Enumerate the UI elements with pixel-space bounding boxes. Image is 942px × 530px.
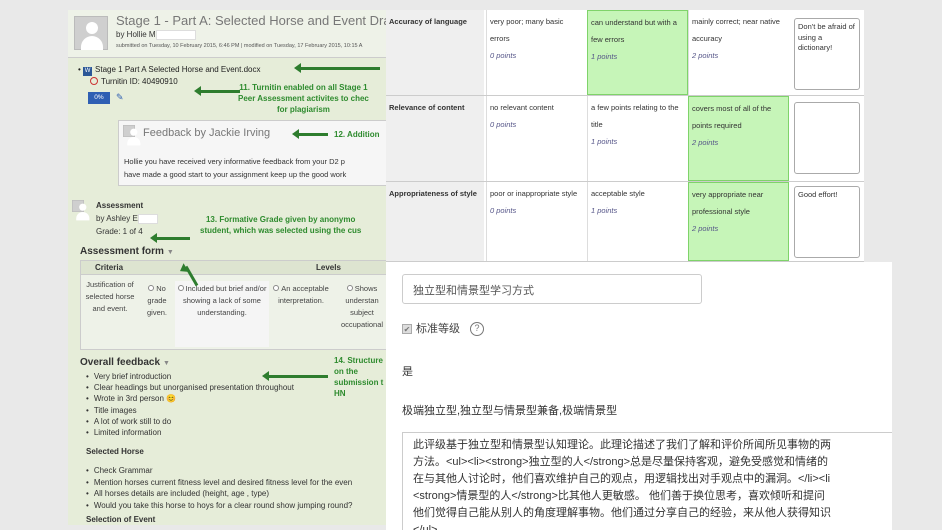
list-item: Clear headings but unorganised presentat… <box>86 382 294 393</box>
help-icon[interactable]: ? <box>470 322 484 337</box>
selected-horse-heading: Selected Horse <box>86 447 144 456</box>
pencil-icon[interactable]: ✎ <box>116 92 124 103</box>
redacted-name <box>137 214 158 224</box>
selection-event-heading: Selection of Event <box>86 515 156 524</box>
rubric-level[interactable]: no relevant content 0 points <box>486 96 587 181</box>
rubric-level[interactable]: acceptable style 1 points <box>587 182 688 261</box>
chevron-down-icon: ▼ <box>163 360 170 367</box>
scale-name-input[interactable]: 独立型和情景型学习方式 <box>402 274 702 304</box>
annotation-note-12: 12. Addition <box>334 130 380 139</box>
rubric-row: Accuracy of language very poor; many bas… <box>386 10 864 96</box>
submission-title[interactable]: Stage 1 - Part A: Selected Horse and Eve… <box>116 13 390 28</box>
rubric-row: Appropriateness of style poor or inappro… <box>386 182 864 262</box>
assessment-grade: Grade: 1 of 4 <box>96 227 143 236</box>
list-item: Limited information <box>86 427 294 438</box>
rubric-table: Accuracy of language very poor; many bas… <box>386 10 864 262</box>
rubric-level[interactable]: a few points relating to the title 1 poin… <box>587 96 688 181</box>
rubric-level-selected[interactable]: covers most of all of the points require… <box>688 96 789 181</box>
radio-button[interactable] <box>273 285 280 291</box>
chevron-down-icon: ▼ <box>166 249 174 256</box>
standard-scale-label: 标准等级 <box>416 323 460 335</box>
criterion-cell: Justification of selected horse and even… <box>85 280 135 313</box>
standard-scale-checkbox-row: ✔ 标准等级? <box>402 320 484 337</box>
radio-button[interactable] <box>346 285 353 291</box>
annotation-arrow <box>150 233 190 243</box>
overall-feedback-title[interactable]: Overall feedback ▼ <box>80 357 170 368</box>
selected-horse-list: Check Grammar Mention horses current fit… <box>86 465 353 512</box>
scale-settings-form: 独立型和情景型学习方式 ✔ 标准等级? 是 极端独立型,独立型与情景型兼备,极端情… <box>386 262 892 530</box>
submission-author: by Hollie M <box>116 30 196 40</box>
level-option[interactable]: No grade given. <box>141 283 173 319</box>
redacted-name <box>155 30 196 40</box>
levels-header: Levels <box>316 263 341 272</box>
standard-scale-value: 是 <box>402 366 413 378</box>
rubric-remark-field[interactable]: Good effort! <box>794 186 860 258</box>
list-item: Would you take this horse to hoys for a … <box>86 500 353 512</box>
annotation-arrow <box>262 371 328 381</box>
rubric-level-selected[interactable]: can understand but with a few errors 1 po… <box>587 10 688 95</box>
rubric-remark-field[interactable]: Don't be afraid of using a dictionary! <box>794 18 860 90</box>
feedback-text: Hollie you have received very informativ… <box>124 157 347 179</box>
list-item: Check Grammar <box>86 465 352 477</box>
author-avatar <box>74 16 108 50</box>
submission-header: Stage 1 - Part A: Selected Horse and Eve… <box>68 10 390 58</box>
attached-file[interactable]: • W Stage 1 Part A Selected Horse and Eve… <box>78 65 260 76</box>
rubric-criterion: Accuracy of language <box>386 10 484 95</box>
rubric-remark-field[interactable] <box>794 102 860 174</box>
rubric-criterion: Appropriateness of style <box>386 182 484 261</box>
annotation-note-13: 13. Formative Grade given by anonymo stu… <box>200 215 362 235</box>
overall-feedback-list: Very brief introduction Clear headings b… <box>86 371 294 438</box>
annotation-arrow <box>292 129 328 139</box>
turnitin-row: Turnitin ID: 40490910 <box>90 77 178 86</box>
annotation-note-14: 14. Structure on the submission t HN <box>334 356 384 398</box>
rubric-level-selected[interactable]: very appropriate near professional style… <box>688 182 789 261</box>
workshop-submission-panel: Stage 1 - Part A: Selected Horse and Eve… <box>68 10 390 525</box>
assessment-criteria-table: Criteria Levels Justification of selecte… <box>80 260 390 350</box>
assessor-avatar <box>72 200 90 221</box>
annotation-arrow <box>294 63 380 73</box>
submission-meta: submitted on Tuesday, 10 February 2015, … <box>116 43 363 49</box>
list-item: Wrote in 3rd person 😊 <box>86 393 294 404</box>
word-document-icon: W <box>83 67 93 76</box>
rubric-row: Relevance of content no relevant content… <box>386 96 864 182</box>
rubric-level[interactable]: poor or inappropriate style 0 points <box>486 182 587 261</box>
rubric-criterion: Relevance of content <box>386 96 484 181</box>
rubric-level[interactable]: mainly correct; near native accuracy 2 po… <box>688 10 789 95</box>
similarity-score-badge[interactable]: 0% <box>88 92 110 104</box>
assessment-title: Assessment <box>96 201 144 210</box>
list-item: Mention horses current fitness level and… <box>86 477 352 489</box>
reviewer-avatar <box>123 125 141 146</box>
feedback-title: Feedback by Jackie Irving <box>143 127 271 139</box>
level-option-selected[interactable]: Included but brief and/or showing a lack… <box>175 281 269 347</box>
assessment-form-title[interactable]: Assessment form ▼ <box>80 246 174 257</box>
turnitin-icon <box>90 77 98 85</box>
assessor-name: by Ashley E <box>96 214 158 224</box>
standard-scale-checkbox[interactable]: ✔ <box>402 324 412 334</box>
criteria-table-header: Criteria Levels <box>81 261 390 275</box>
radio-button[interactable] <box>177 285 184 291</box>
description-textarea[interactable]: 此评级基于独立型和情景型认知理论。此理论描述了我们了解和评价所闻所见事物的两 方… <box>402 432 892 530</box>
list-item: All horses details are included (height,… <box>86 488 352 500</box>
annotation-arrow <box>194 86 240 96</box>
level-option[interactable]: Shows understan subject occupational <box>333 283 390 331</box>
annotation-note-11: 11. Turnitin enabled on all Stage 1 Peer… <box>238 83 369 114</box>
criteria-header: Criteria <box>95 263 124 272</box>
file-link[interactable]: Stage 1 Part A Selected Horse and Event.… <box>95 65 260 74</box>
level-option[interactable]: An acceptable interpretation. <box>271 283 331 307</box>
screenshot-frame: Stage 1 - Part A: Selected Horse and Eve… <box>0 0 942 530</box>
list-item: Title images <box>86 405 294 416</box>
scale-levels-text: 极端独立型,独立型与情景型兼备,极端情景型 <box>402 405 618 417</box>
radio-button[interactable] <box>148 285 155 291</box>
rubric-level[interactable]: very poor; many basic errors 0 points <box>486 10 587 95</box>
list-item: A lot of work still to do <box>86 416 294 427</box>
